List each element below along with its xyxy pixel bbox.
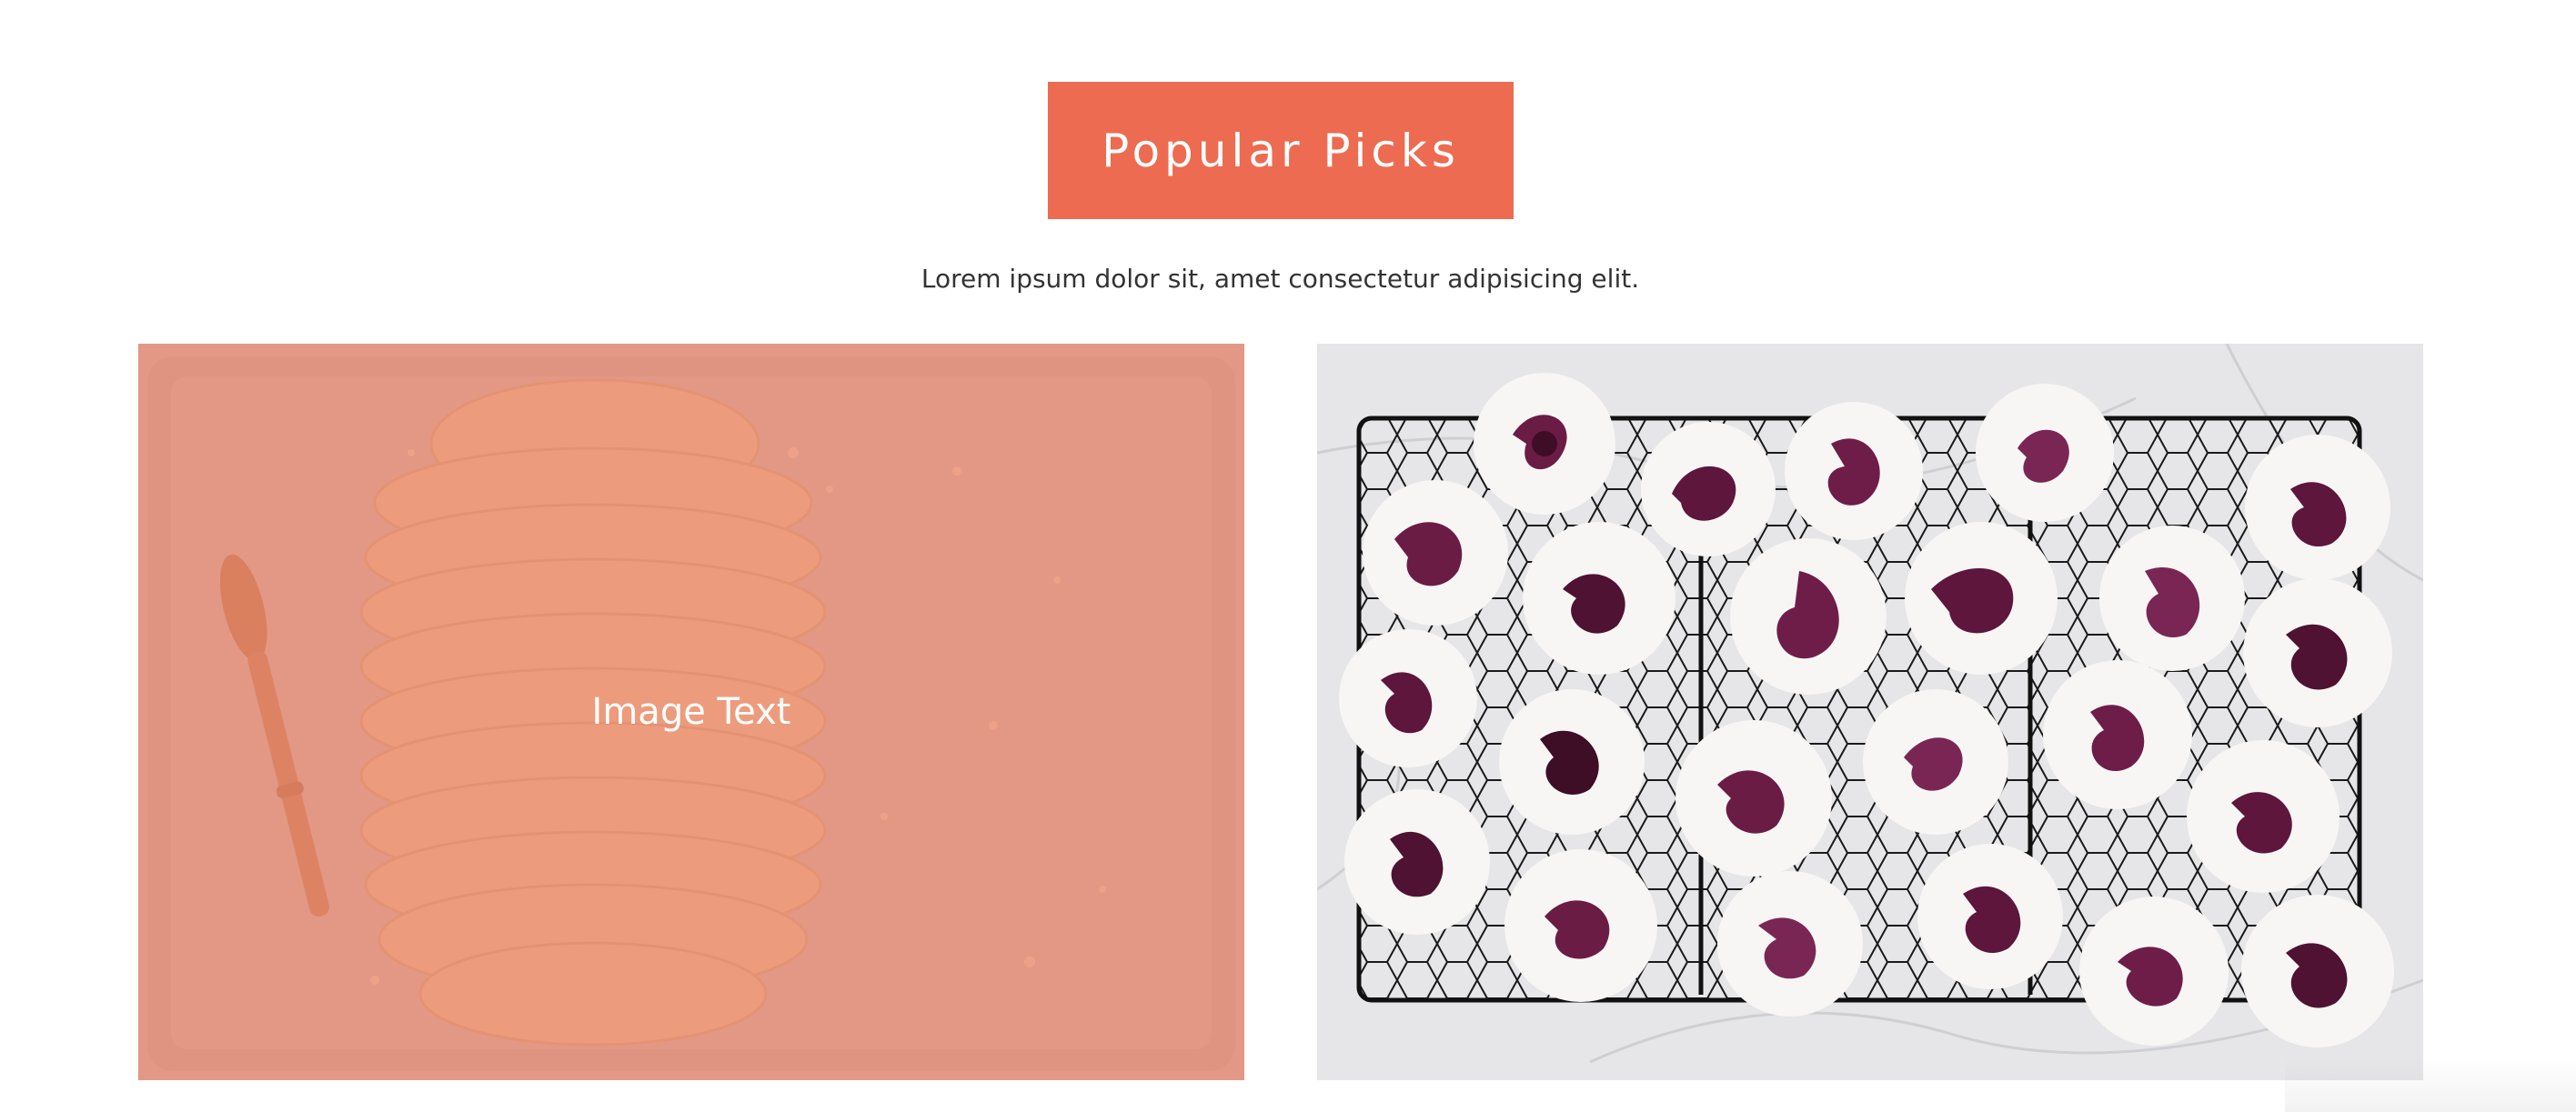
gallery-card-meringues[interactable] [1317, 344, 2423, 1080]
corner-shadow [2285, 1057, 2576, 1112]
section-title-banner: Popular Picks [1048, 82, 1514, 219]
section-title: Popular Picks [1102, 124, 1460, 177]
section-description: Lorem ipsum dolor sit, amet consectetur … [921, 264, 1640, 294]
gallery-card-bread[interactable]: Image Text [138, 344, 1244, 1080]
image-overlay-text: Image Text [591, 691, 791, 733]
page: Popular Picks Lorem ipsum dolor sit, ame… [0, 0, 2576, 1112]
meringues-image [1317, 344, 2423, 1080]
